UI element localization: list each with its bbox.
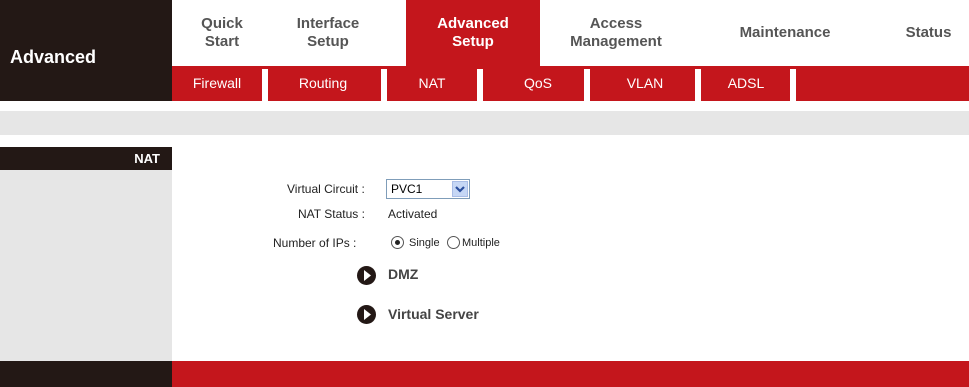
subnav-qos[interactable]: QoS	[483, 66, 593, 101]
radio-multiple[interactable]	[447, 236, 460, 249]
radio-single[interactable]	[391, 236, 404, 249]
tab-maintenance[interactable]: Maintenance	[712, 0, 858, 66]
number-ips-label: Number of IPs :	[273, 236, 357, 250]
dmz-link[interactable]: DMZ	[388, 266, 418, 282]
tab-label: Quick	[201, 15, 243, 32]
subnav-vlan[interactable]: VLAN	[590, 66, 700, 101]
nat-status-label: NAT Status :	[298, 207, 365, 221]
tab-label: Setup	[307, 33, 349, 50]
tab-access-management[interactable]: Access Management	[548, 0, 684, 66]
tab-advanced-setup[interactable]: Advanced Setup	[406, 0, 540, 66]
tab-label: Setup	[452, 33, 494, 50]
tab-label: Interface	[296, 15, 360, 32]
page-title: Advanced	[10, 47, 97, 67]
subnav-adsl[interactable]: ADSL	[701, 66, 791, 101]
radio-multiple-label: Multiple	[462, 237, 500, 249]
nat-status-value: Activated	[388, 207, 438, 221]
footer-bar	[172, 361, 969, 387]
tab-quick-start[interactable]: Quick Start	[172, 0, 272, 66]
tab-label: Start	[204, 33, 240, 50]
chevron-down-icon[interactable]	[452, 181, 468, 197]
section-sidebar	[0, 170, 172, 361]
arrow-right-icon	[357, 305, 376, 324]
subnav-routing[interactable]: Routing	[268, 66, 378, 101]
section-label: NAT	[134, 151, 160, 166]
tab-label: Access	[589, 15, 643, 32]
subnav-nat[interactable]: NAT	[387, 66, 477, 101]
subnav-firewall[interactable]: Firewall	[172, 66, 262, 101]
radio-selected-dot	[395, 240, 400, 245]
spacer-band	[0, 111, 969, 135]
arrow-right-icon	[357, 266, 376, 285]
radio-single-label: Single	[409, 237, 440, 249]
tab-label: Management	[570, 33, 662, 50]
footer-left	[0, 361, 172, 387]
tab-label: Maintenance	[739, 24, 831, 41]
select-value: PVC1	[391, 182, 423, 196]
subnav-divider	[790, 69, 796, 101]
virtual-circuit-select[interactable]: PVC1	[386, 179, 470, 199]
tab-label: Advanced	[437, 15, 509, 32]
tab-interface-setup[interactable]: Interface Setup	[272, 0, 384, 66]
tab-label: Status	[905, 24, 952, 41]
virtual-circuit-label: Virtual Circuit :	[287, 182, 365, 196]
tab-status[interactable]: Status	[888, 0, 969, 66]
virtual-server-link[interactable]: Virtual Server	[388, 306, 479, 322]
